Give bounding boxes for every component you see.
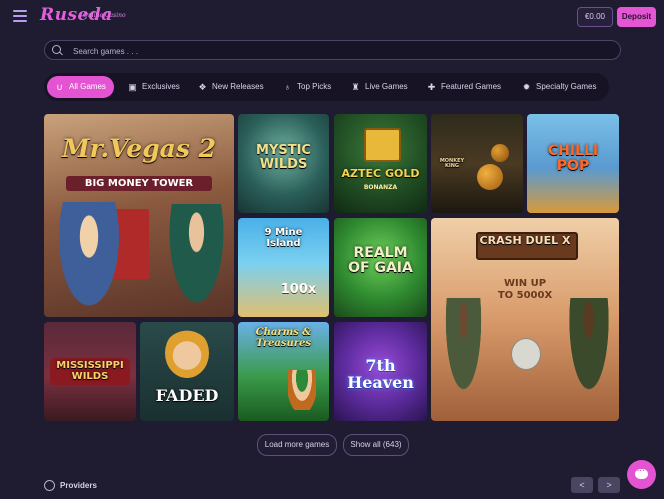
tab-exclusives[interactable]: ▣ Exclusives (128, 76, 180, 98)
tab-all-games[interactable]: ∪ All Games (47, 76, 114, 98)
game-title: REALM OF GAIA (348, 245, 413, 276)
hamburger-icon[interactable] (13, 10, 27, 22)
tab-specialty-games[interactable]: ✹ Specialty Games (522, 76, 597, 98)
show-all-button[interactable]: Show all (643) (343, 434, 409, 456)
game-tile-9-mine-island[interactable]: 9 Mine Island 100x (238, 218, 329, 317)
game-tile-faded[interactable]: FADED (140, 322, 234, 421)
tab-label: All Games (69, 82, 106, 91)
game-tile-mississippi-wilds[interactable]: MISSISSIPPI WILDS (44, 322, 136, 421)
game-title: AZTEC GOLD (341, 167, 420, 180)
providers-section[interactable]: Providers (44, 480, 97, 491)
game-tile-7th-heaven[interactable]: 7th Heaven (334, 322, 427, 421)
game-tile-charms-and-treasures[interactable]: Charms & Treasures (238, 322, 329, 421)
game-tile-chilli-pop[interactable]: CHILLI POP (527, 114, 619, 213)
balance-display[interactable]: €0.00 (577, 7, 613, 27)
tab-top-picks[interactable]: ♁ Top Picks (283, 76, 331, 98)
providers-prev-button[interactable]: < (571, 477, 593, 493)
chat-button[interactable] (627, 460, 656, 489)
gear-icon: ✹ (522, 81, 531, 92)
logo-subtitle: Online Casino (83, 12, 126, 19)
chat-icon (635, 466, 648, 479)
top-bar: Ruseda Online Casino €0.00 Deposit (0, 0, 664, 34)
game-subtitle: WIN UP TO 5000X (497, 278, 553, 301)
tab-live-games[interactable]: ♜ Live Games (351, 76, 408, 98)
tab-label: New Releases (212, 82, 264, 91)
game-title: MISSISSIPPI WILDS (50, 358, 130, 385)
game-tile-aztec-gold[interactable]: AZTEC GOLD BONANZA (334, 114, 427, 213)
tab-label: Specialty Games (536, 82, 597, 91)
game-title: 9 Mine Island (264, 227, 303, 249)
tab-label: Top Picks (297, 82, 332, 91)
new-icon: ❖ (198, 81, 207, 92)
game-title: Mr.Vegas 2 (61, 134, 217, 163)
tab-label: Exclusives (142, 82, 180, 91)
providers-icon (44, 480, 55, 491)
puzzle-icon: ✚ (427, 81, 436, 92)
game-subtitle: BIG MONEY TOWER (66, 176, 212, 191)
game-subtitle: BONANZA (363, 184, 398, 191)
game-tile-monkey-king[interactable]: MONKEY KING (431, 114, 523, 213)
game-tile-mystic-wilds[interactable]: MYSTIC WILDS (238, 114, 329, 213)
game-title: FADED (155, 386, 219, 405)
horseshoe-icon: ∪ (56, 81, 63, 92)
tab-featured-games[interactable]: ✚ Featured Games (427, 76, 501, 98)
exclusive-icon: ▣ (128, 81, 137, 92)
tab-new-releases[interactable]: ❖ New Releases (198, 76, 264, 98)
game-title: 7th Heaven (347, 356, 414, 392)
live-dealer-icon: ♜ (351, 81, 360, 92)
search-input[interactable] (71, 43, 615, 59)
providers-next-button[interactable]: > (598, 477, 620, 493)
badge-icon: ♁ (284, 81, 291, 92)
load-more-button[interactable]: Load more games (257, 434, 337, 456)
game-title: Charms & Treasures (255, 327, 312, 349)
tab-label: Featured Games (441, 82, 502, 91)
game-tile-realm-of-gaia[interactable]: REALM OF GAIA (334, 218, 427, 317)
game-title: MYSTIC WILDS (256, 143, 311, 172)
game-tile-crash-duel-x[interactable]: CRASH DUEL X WIN UP TO 5000X (431, 218, 619, 421)
search-bar (44, 40, 621, 60)
deposit-button[interactable]: Deposit (617, 7, 656, 27)
search-icon (52, 45, 61, 54)
game-title: MONKEY KING (439, 158, 465, 170)
category-tabs: ∪ All Games ▣ Exclusives ❖ New Releases … (44, 73, 609, 101)
providers-label: Providers (60, 481, 97, 490)
tab-label: Live Games (365, 82, 408, 91)
game-title: CRASH DUEL X (479, 234, 571, 247)
game-title: CHILLI POP (547, 143, 599, 174)
game-tile-mr-vegas-2[interactable]: Mr.Vegas 2 BIG MONEY TOWER (44, 114, 234, 317)
game-subtitle: 100x (280, 282, 317, 297)
